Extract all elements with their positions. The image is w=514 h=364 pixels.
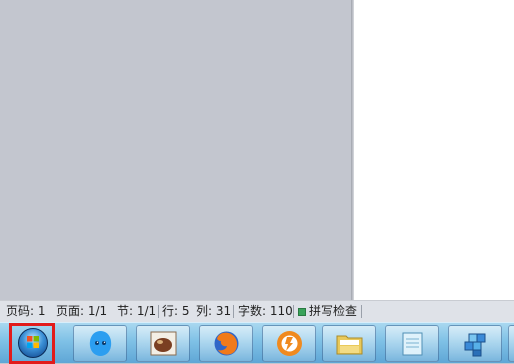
taskbar-notepad-button[interactable]	[385, 325, 439, 362]
windows-flag-icon	[27, 336, 39, 348]
status-bar: 页码: 1 页面: 1/1 节: 1/1 行: 5 列: 31 字数: 110 …	[0, 300, 514, 322]
status-wordcount[interactable]: 字数: 110	[238, 304, 293, 319]
status-row[interactable]: 行: 5	[162, 304, 190, 319]
document-workspace	[0, 0, 514, 300]
taskbar-regedit-button[interactable]	[448, 325, 502, 362]
taskbar-firefox-button[interactable]	[199, 325, 253, 362]
taskbar-overflow-button[interactable]	[508, 325, 514, 362]
status-spellcheck[interactable]: 拼写检查	[309, 304, 357, 319]
document-page[interactable]	[354, 0, 514, 300]
registry-cubes-icon	[464, 333, 486, 357]
thunder-download-icon	[277, 331, 302, 356]
taskbar-qq-button[interactable]	[73, 325, 127, 362]
taskbar	[0, 322, 514, 364]
spellcheck-icon	[298, 308, 306, 316]
status-pages[interactable]: 页码: 1	[6, 304, 46, 319]
taskbar-explorer-button[interactable]	[322, 325, 376, 362]
status-divider	[233, 305, 234, 318]
folder-icon	[336, 335, 363, 355]
status-divider	[361, 305, 362, 318]
qq-penguin-icon	[89, 331, 112, 356]
status-column[interactable]: 列: 31	[196, 304, 231, 319]
status-page[interactable]: 页面: 1/1	[56, 304, 107, 319]
firefox-icon	[214, 331, 239, 356]
taskbar-download-button[interactable]	[262, 325, 316, 362]
status-divider	[293, 305, 294, 318]
start-button[interactable]	[9, 323, 55, 364]
coffee-cup-icon	[150, 331, 177, 356]
notepad-icon	[402, 332, 423, 356]
status-divider	[158, 305, 159, 318]
start-orb-icon	[18, 328, 48, 358]
taskbar-app-button[interactable]	[136, 325, 190, 362]
status-section[interactable]: 节: 1/1	[117, 304, 156, 319]
workspace-background	[0, 0, 351, 300]
